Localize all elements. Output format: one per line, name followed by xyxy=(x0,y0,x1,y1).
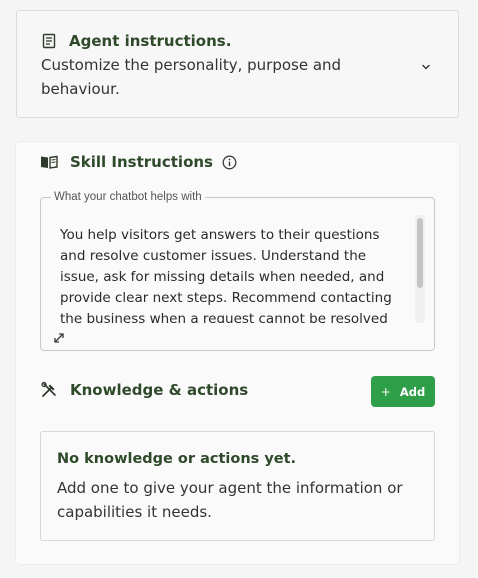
chevron-down-icon[interactable] xyxy=(420,58,432,70)
add-knowledge-button[interactable]: + Add xyxy=(371,376,435,407)
agent-instructions-title: Agent instructions. xyxy=(69,32,232,50)
skill-instructions-title: Skill Instructions xyxy=(70,153,213,171)
empty-state-description: Add one to give your agent the informati… xyxy=(57,479,403,521)
add-button-label: Add xyxy=(399,384,426,399)
resize-handle-icon[interactable] xyxy=(53,329,65,343)
prompt-field[interactable]: What your chatbot helps with You help vi… xyxy=(40,191,435,351)
agent-instructions-description: Customize the personality, purpose and b… xyxy=(41,56,342,98)
prompt-scrollbar-thumb[interactable] xyxy=(417,218,423,288)
skill-instructions-header: Skill Instructions xyxy=(40,153,237,171)
info-icon[interactable] xyxy=(222,155,237,170)
document-icon xyxy=(41,33,57,49)
tools-icon xyxy=(40,381,58,399)
open-book-icon xyxy=(40,154,58,170)
agent-instructions-header: Agent instructions. xyxy=(41,32,231,50)
agent-instructions-card[interactable]: Agent instructions. Customize the person… xyxy=(16,10,459,118)
prompt-textarea[interactable]: You help visitors get answers to their q… xyxy=(60,225,405,323)
plus-icon: + xyxy=(380,384,391,399)
empty-state-title: No knowledge or actions yet. xyxy=(57,451,297,467)
prompt-label: What your chatbot helps with xyxy=(54,191,202,203)
skill-card: Skill Instructions What your chatbot hel… xyxy=(16,142,459,564)
knowledge-actions-title: Knowledge & actions xyxy=(70,381,249,399)
knowledge-actions-header: Knowledge & actions xyxy=(40,381,248,399)
empty-state: No knowledge or actions yet. Add one to … xyxy=(40,431,435,541)
prompt-scrollbar[interactable] xyxy=(415,215,425,323)
